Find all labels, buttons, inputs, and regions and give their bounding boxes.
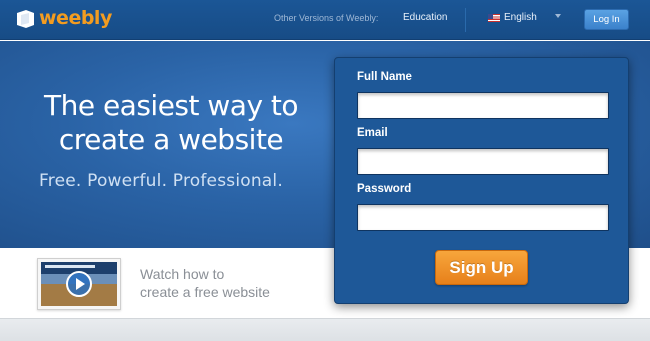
login-button[interactable]: Log In: [584, 9, 629, 30]
password-input[interactable]: [357, 204, 609, 231]
email-label: Email: [357, 127, 388, 139]
headline-line-1: The easiest way to: [43, 89, 299, 122]
hero-tagline: Free. Powerful. Professional.: [39, 171, 283, 191]
weebly-logo-icon: [17, 10, 34, 28]
watch-video-link[interactable]: Watch how to create a free website: [140, 265, 300, 301]
full-name-input[interactable]: [357, 92, 609, 119]
play-icon[interactable]: [66, 271, 92, 297]
email-input[interactable]: [357, 148, 609, 175]
language-label: English: [504, 12, 537, 23]
full-name-label: Full Name: [357, 71, 412, 83]
watch-line-2: create a free website: [140, 284, 270, 300]
logo-wordmark: weebly: [39, 7, 112, 29]
password-label: Password: [357, 183, 412, 195]
other-versions-label: Other Versions of Weebly:: [274, 13, 379, 23]
hero-headline: The easiest way to create a website: [16, 89, 326, 157]
education-link[interactable]: Education: [403, 12, 447, 23]
signup-form: Full Name Email Password Sign Up: [334, 57, 629, 304]
top-navigation-bar: weebly Other Versions of Weebly: Educati…: [0, 0, 650, 40]
nav-divider: [465, 8, 466, 32]
us-flag-icon: [488, 14, 500, 22]
headline-line-2: create a website: [58, 123, 284, 156]
chevron-down-icon[interactable]: [555, 14, 561, 18]
weebly-logo[interactable]: weebly: [14, 7, 112, 33]
watch-line-1: Watch how to: [140, 266, 225, 282]
sign-up-button[interactable]: Sign Up: [435, 250, 528, 285]
footer-bar: [0, 318, 650, 341]
